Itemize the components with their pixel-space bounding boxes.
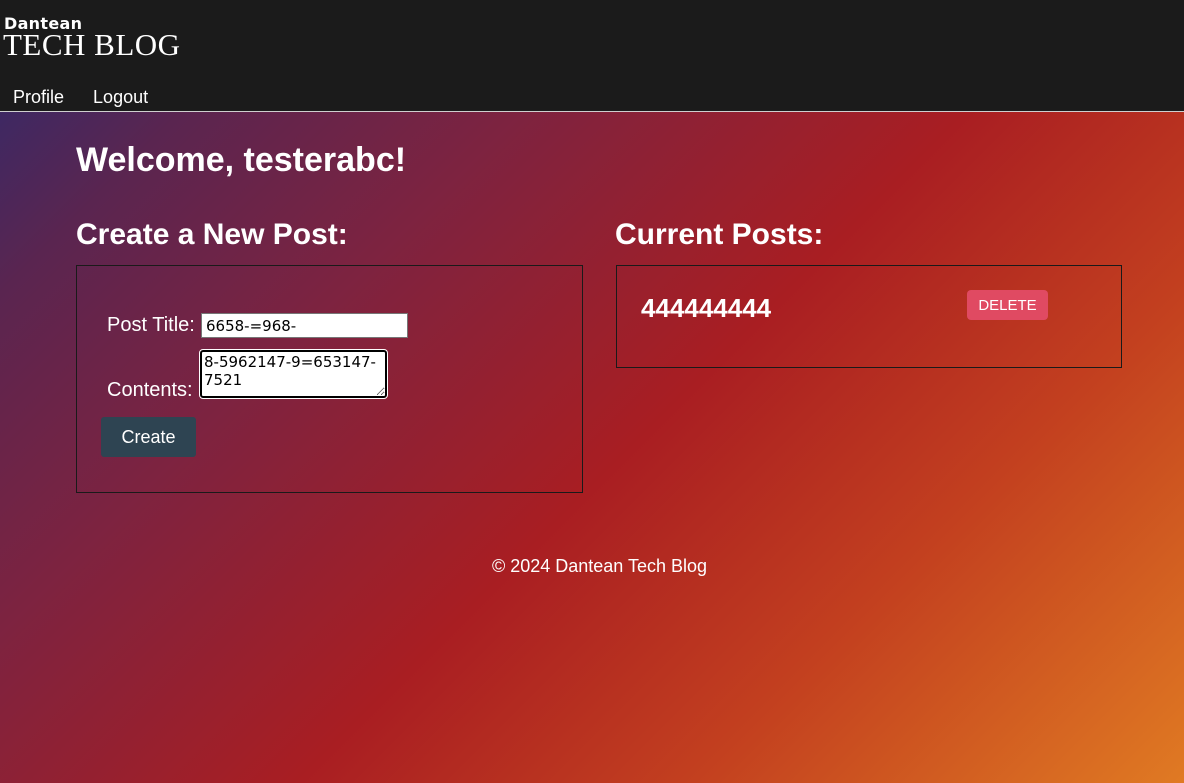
create-button[interactable]: Create: [101, 417, 196, 457]
nav-logout-link[interactable]: Logout: [93, 87, 148, 107]
current-posts-heading: Current Posts:: [615, 218, 824, 251]
post-title[interactable]: 444444444: [641, 293, 771, 324]
footer-text: © 2024 Dantean Tech Blog: [491, 556, 708, 576]
post-card: 444444444 DELETE: [616, 265, 1122, 368]
main-nav: Profile Logout: [13, 87, 172, 108]
create-post-form: Post Title: Contents: 8-5962147-9=653147…: [76, 265, 583, 493]
nav-profile-link[interactable]: Profile: [13, 87, 64, 107]
contents-label: Contents:: [107, 379, 193, 401]
welcome-heading: Welcome, testerabc!: [76, 141, 407, 179]
site-header: Dantean TECH BLOG Profile Logout: [0, 0, 1184, 112]
brand-title: TECH BLOG: [3, 27, 181, 62]
create-post-heading: Create a New Post:: [76, 218, 348, 251]
contents-textarea[interactable]: 8-5962147-9=653147-7521: [199, 349, 388, 399]
post-title-label: Post Title:: [107, 314, 195, 336]
delete-button[interactable]: DELETE: [967, 290, 1048, 320]
post-title-input[interactable]: [201, 313, 408, 338]
